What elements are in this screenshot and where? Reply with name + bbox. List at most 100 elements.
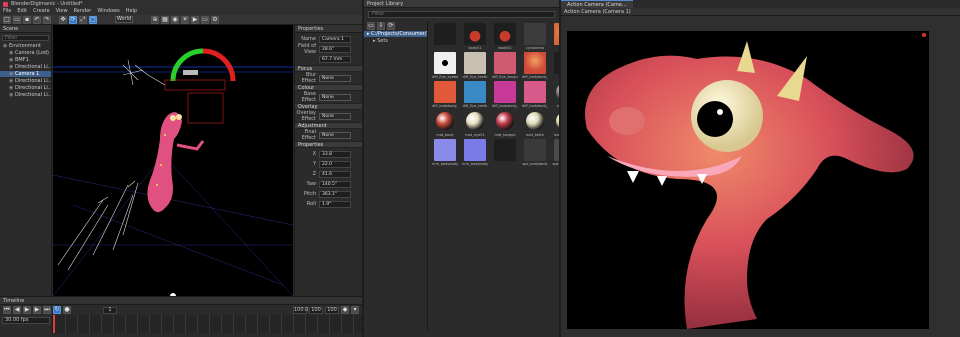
scene-item[interactable]: ◉ Camera (Lod) bbox=[0, 50, 51, 57]
field-value[interactable]: 140.5° bbox=[319, 180, 351, 188]
asset-thumbnail[interactable]: diff_Eye_eyeball... bbox=[432, 52, 458, 80]
asset-thumbnail[interactable]: spe_bodybody bbox=[522, 139, 548, 167]
camera-icon[interactable]: ◉ bbox=[171, 15, 179, 24]
prev-frame-icon[interactable]: ◀ bbox=[13, 306, 21, 314]
scene-item[interactable]: ◉ Directional Li... bbox=[0, 78, 51, 85]
asset-thumbnail[interactable]: diff_bodybody_co... bbox=[522, 52, 548, 80]
folder-icon[interactable]: ▭ bbox=[367, 22, 375, 30]
snap-icon[interactable]: ⊕ bbox=[151, 15, 159, 24]
loop-icon[interactable]: ↻ bbox=[53, 306, 61, 314]
asset-thumbnail[interactable]: diff_Eye_tongue bbox=[492, 52, 518, 80]
undo-icon[interactable]: ↶ bbox=[33, 15, 41, 24]
overlay-section[interactable]: Overlay bbox=[295, 103, 362, 110]
asset-thumbnail[interactable]: diff_bodybody_to... bbox=[492, 81, 518, 109]
asset-thumbnail[interactable] bbox=[492, 139, 518, 167]
playhead[interactable] bbox=[53, 315, 55, 333]
menu-item-help[interactable]: Help bbox=[126, 8, 137, 14]
menu-item-windows[interactable]: Windows bbox=[97, 8, 119, 14]
asset-thumbnail[interactable]: diff_bodybody_co... bbox=[522, 81, 548, 109]
adjustment-section[interactable]: Adjustment bbox=[295, 122, 362, 129]
total-frames-field[interactable]: 100 bbox=[309, 306, 323, 314]
refresh-icon[interactable]: ⟳ bbox=[387, 22, 395, 30]
action-camera-tab[interactable]: Action Camera (Came... bbox=[561, 0, 633, 8]
display-icon[interactable]: ▭ bbox=[201, 15, 209, 24]
first-frame-icon[interactable]: ⏮ bbox=[3, 306, 11, 314]
menu-item-file[interactable]: File bbox=[3, 8, 11, 14]
colour-section[interactable]: Colour bbox=[295, 84, 362, 91]
record-icon[interactable]: ● bbox=[63, 306, 71, 314]
final-dropdown[interactable]: None bbox=[319, 131, 351, 139]
asset-thumbnail[interactable]: body02 bbox=[492, 23, 518, 51]
scene-item[interactable]: ◉ Directional Li... bbox=[0, 64, 51, 71]
last-frame-icon[interactable]: ⏭ bbox=[43, 306, 51, 314]
library-search-input[interactable]: Filter bbox=[368, 11, 555, 18]
menu-item-create[interactable]: Create bbox=[33, 8, 50, 14]
dragon-model[interactable] bbox=[147, 112, 205, 213]
scene-item[interactable]: ◉ Camera 1 bbox=[0, 71, 51, 78]
world-dropdown[interactable]: World bbox=[115, 16, 133, 23]
start-frame-field[interactable]: 1 bbox=[103, 306, 117, 314]
move-icon[interactable]: ✥ bbox=[59, 15, 67, 24]
play-icon[interactable]: ▶ bbox=[23, 306, 31, 314]
light-gizmo[interactable] bbox=[122, 59, 166, 86]
asset-thumbnail[interactable]: nrm_bodybody bbox=[432, 139, 458, 167]
fov-field[interactable]: 28.6° bbox=[319, 45, 351, 53]
scene-item[interactable]: ◉ Environment bbox=[0, 43, 51, 50]
scene-item[interactable]: ◉ Directional Li... bbox=[0, 85, 51, 92]
asset-thumbnail[interactable]: diff_Eye_teeth bbox=[462, 52, 488, 80]
directional-lights[interactable] bbox=[57, 180, 139, 271]
timeline-track[interactable] bbox=[52, 315, 362, 333]
field-value[interactable]: 41.6 bbox=[319, 170, 351, 178]
menu-item-render[interactable]: Render bbox=[74, 8, 92, 14]
library-tree-item[interactable]: ▸ Sets bbox=[364, 38, 427, 45]
scene-search-input[interactable]: Filter bbox=[2, 35, 49, 41]
field-value[interactable]: 33.8 bbox=[319, 150, 351, 158]
field-value[interactable]: 22.0 bbox=[319, 160, 351, 168]
asset-thumbnail[interactable] bbox=[432, 23, 458, 51]
key-icon[interactable]: ◆ bbox=[341, 306, 349, 314]
field-value[interactable]: 1.9° bbox=[319, 200, 351, 208]
menu-item-view[interactable]: View bbox=[56, 8, 68, 14]
asset-thumbnail[interactable]: cyclorama bbox=[522, 23, 548, 51]
redo-icon[interactable]: ↷ bbox=[43, 15, 51, 24]
select-icon[interactable]: ▢ bbox=[89, 15, 97, 24]
properties-section[interactable]: Properties bbox=[295, 141, 362, 148]
asset-preview bbox=[494, 139, 516, 161]
scene-item[interactable]: ◉ BMF1 bbox=[0, 57, 51, 64]
asset-thumbnail[interactable]: body01 bbox=[462, 23, 488, 51]
field-value[interactable]: 363.1° bbox=[319, 190, 351, 198]
asset-thumbnail[interactable]: diff_Eye_teeth bbox=[462, 81, 488, 109]
import-icon[interactable]: ⇩ bbox=[377, 22, 385, 30]
overlay-dropdown[interactable]: None bbox=[319, 112, 351, 120]
new-icon[interactable]: □ bbox=[3, 15, 11, 24]
rotate-icon[interactable]: ⟳ bbox=[69, 15, 77, 24]
grid-icon[interactable]: ▦ bbox=[161, 15, 169, 24]
render-icon[interactable]: ▶ bbox=[191, 15, 199, 24]
filter-icon[interactable]: ▾ bbox=[351, 306, 359, 314]
focus-section[interactable]: Focus bbox=[295, 65, 362, 72]
asset-thumbnail[interactable]: mat_teeth bbox=[522, 110, 548, 138]
library-tree-item[interactable]: ▸ C:/Projects/Consumer/Digimani... bbox=[364, 31, 427, 38]
end-frame-field[interactable]: 100.0 bbox=[293, 306, 308, 314]
viewport-3d[interactable] bbox=[53, 25, 293, 296]
fps-field[interactable]: 30.00 fps bbox=[2, 317, 50, 324]
save-icon[interactable]: ▪ bbox=[23, 15, 31, 24]
asset-thumbnail[interactable]: mat_eye01 bbox=[462, 110, 488, 138]
base-dropdown[interactable]: None bbox=[319, 93, 351, 101]
asset-thumbnail[interactable]: mat_body bbox=[432, 110, 458, 138]
camera-render-view[interactable] bbox=[567, 31, 929, 329]
asset-thumbnail[interactable]: diff_bodybody_bod... bbox=[432, 81, 458, 109]
menu-item-edit[interactable]: Edit bbox=[17, 8, 27, 14]
scene-item[interactable]: ◉ Directional Li... bbox=[0, 92, 51, 99]
frame-field[interactable]: 100 bbox=[325, 306, 339, 314]
asset-thumbnail[interactable]: mat_tongue bbox=[492, 110, 518, 138]
name-field[interactable]: Camera 1 bbox=[319, 35, 351, 43]
light-icon[interactable]: ☀ bbox=[181, 15, 189, 24]
blur-dropdown[interactable]: None bbox=[319, 74, 351, 82]
settings-icon[interactable]: ⚙ bbox=[211, 15, 219, 24]
next-frame-icon[interactable]: ▶ bbox=[33, 306, 41, 314]
focal-length-field[interactable]: 67.7 mm bbox=[319, 55, 351, 63]
scale-icon[interactable]: ⤢ bbox=[79, 15, 87, 24]
open-icon[interactable]: ▭ bbox=[13, 15, 21, 24]
asset-thumbnail[interactable]: nrm_bodybody bbox=[462, 139, 488, 167]
